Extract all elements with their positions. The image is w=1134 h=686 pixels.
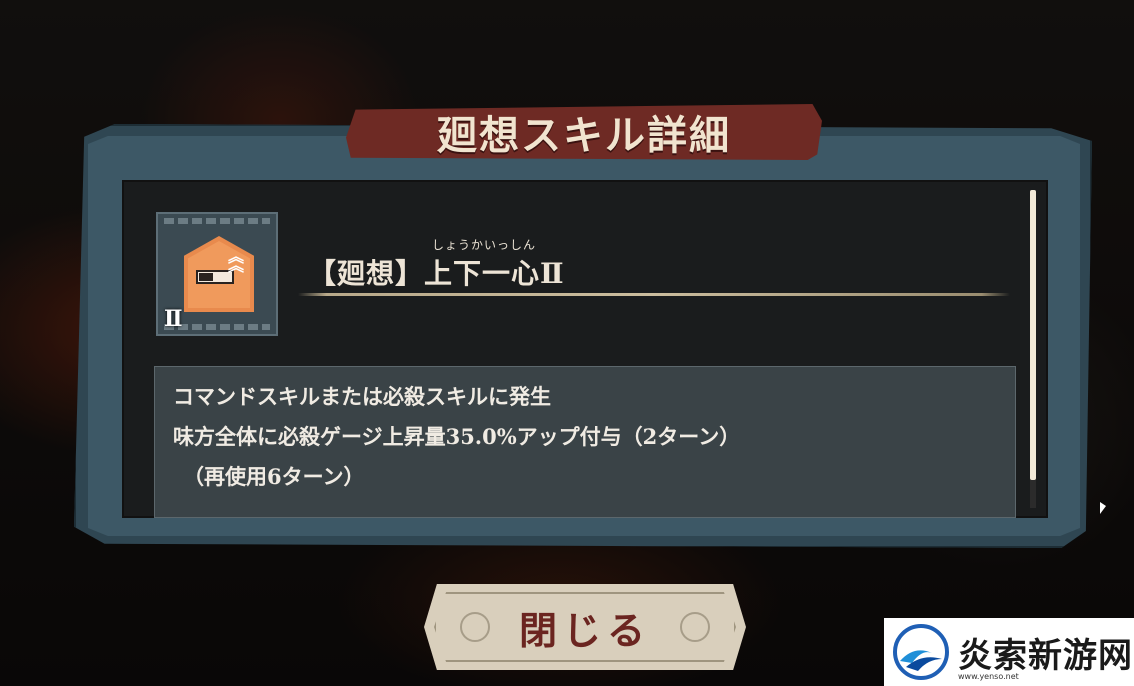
title-divider [298,293,1010,296]
skill-icon-card: ︽ ︽ Ⅱ [156,212,278,336]
up-arrow-icon: ︽ ︽ [228,247,245,275]
watermark-url: www.yenso.net [958,672,1019,681]
skill-rank: Ⅱ [164,306,183,332]
skill-description-box: コマンドスキルまたは必殺スキルに発生 味方全体に必殺ゲージ上昇量35.0%アップ… [154,366,1016,518]
description-line: （再使用6ターン） [183,464,365,489]
dialog-title-banner: 廻想スキル詳細 [346,104,822,160]
watermark-text: 炎索新游网 [958,635,1133,676]
film-strip-top [164,218,270,224]
description-line: 味方全体に必殺ゲージ上昇量35.0%アップ付与（2ターン） [173,424,741,449]
close-button[interactable]: 閉じる [424,584,746,670]
scrollbar-thumb[interactable] [1030,190,1036,480]
ornament-icon [460,612,490,642]
watermark-logo-icon [892,623,950,681]
close-button-label: 閉じる [518,607,651,653]
skill-name-ruby: しょうかいっしん [432,238,537,252]
ornament-icon [680,612,710,642]
dialog-title: 廻想スキル詳細 [437,112,731,159]
skill-name: 【廻想】上下一心Ⅱ [308,257,565,290]
description-line: コマンドスキルまたは必殺スキルに発生 [173,384,551,409]
mouse-cursor-icon [1100,502,1106,514]
watermark: 炎索新游网 www.yenso.net [884,618,1134,686]
